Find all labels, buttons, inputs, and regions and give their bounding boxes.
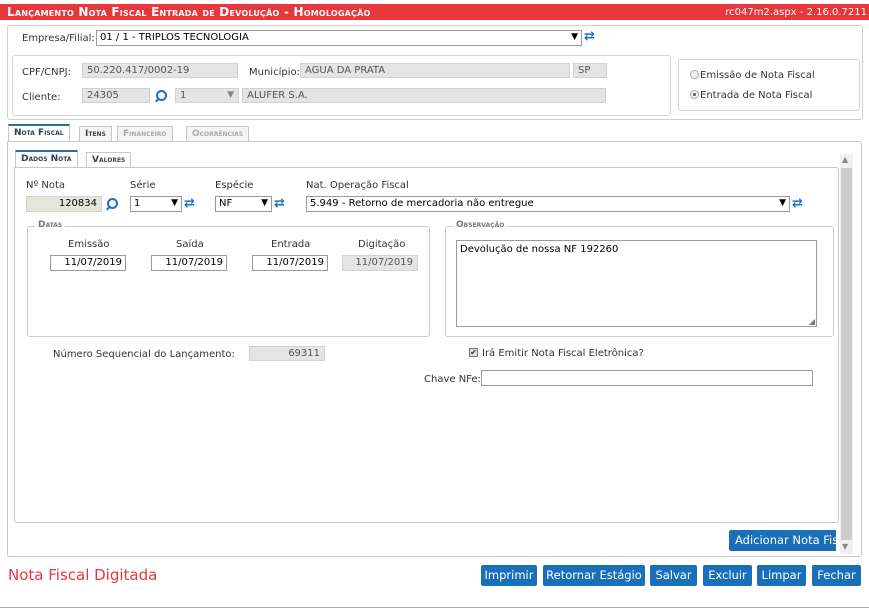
datas-legend: Datas bbox=[35, 220, 66, 230]
fechar-button[interactable]: Fechar bbox=[812, 565, 861, 586]
tab-itens[interactable]: Itens bbox=[79, 126, 112, 142]
numero-field: 120834 bbox=[26, 196, 102, 212]
cpf-label: CPF/CNPJ: bbox=[22, 67, 71, 78]
empresa-label: Empresa/Filial: bbox=[22, 33, 95, 44]
sequencial-field: 69311 bbox=[249, 346, 325, 361]
emissao-radio-label: Emissão de Nota Fiscal bbox=[700, 70, 815, 81]
version-label: rc047m2.aspx - 2.16.0.7211 bbox=[725, 7, 867, 18]
chave-nfe-field[interactable] bbox=[481, 370, 813, 386]
tab-financeiro[interactable]: Financeiro bbox=[117, 126, 173, 142]
imprimir-button[interactable]: Imprimir bbox=[481, 565, 537, 586]
nfe-checkbox-label: Irá Emitir Nota Fiscal Eletrônica? bbox=[482, 348, 644, 359]
entrada-radio-label: Entrada de Nota Fiscal bbox=[700, 90, 813, 101]
observacao-legend: Observação bbox=[453, 220, 508, 230]
refresh-icon[interactable]: ⇄ bbox=[584, 30, 596, 44]
chevron-down-icon: ▼ bbox=[171, 198, 178, 208]
retornar-estagio-button[interactable]: Retornar Estágio bbox=[543, 565, 645, 586]
scroll-up-icon[interactable]: ▲ bbox=[842, 155, 848, 164]
salvar-button[interactable]: Salvar bbox=[650, 565, 697, 586]
saida-field[interactable]: 11/07/2019 bbox=[151, 255, 227, 271]
sequencial-label: Número Sequencial do Lançamento: bbox=[53, 349, 235, 360]
cliente-code-field: 24305 bbox=[82, 88, 150, 103]
observacao-textarea[interactable]: Devolução de nossa NF 192260 ◢ bbox=[456, 240, 817, 327]
digitacao-label: Digitação bbox=[358, 239, 406, 250]
chevron-down-icon: ▼ bbox=[571, 32, 578, 42]
tab-ocorrencias[interactable]: Ocorrências bbox=[186, 126, 250, 142]
refresh-icon[interactable]: ⇄ bbox=[274, 197, 286, 211]
page-title: Lançamento Nota Fiscal Entrada de Devolu… bbox=[7, 5, 371, 19]
municipio-field: AGUA DA PRATA bbox=[300, 63, 570, 78]
municipio-label: Município: bbox=[249, 67, 300, 78]
refresh-icon[interactable]: ⇄ bbox=[792, 197, 804, 211]
empresa-select[interactable]: 01 / 1 - TRIPLOS TECNOLOGIA ▼ bbox=[96, 30, 582, 46]
especie-select[interactable]: NF ▼ bbox=[215, 196, 272, 212]
bottom-divider bbox=[0, 607, 869, 608]
numero-label: Nº Nota bbox=[26, 180, 66, 191]
digitacao-field: 11/07/2019 bbox=[342, 255, 418, 271]
adicionar-nota-button[interactable]: Adicionar Nota Fisc bbox=[729, 530, 836, 551]
tab-valores[interactable]: Valores bbox=[86, 152, 132, 168]
serie-select[interactable]: 1 ▼ bbox=[130, 196, 182, 212]
chave-nfe-label: Chave NFe: bbox=[424, 374, 481, 385]
scrollbar-thumb[interactable] bbox=[841, 168, 852, 540]
entrada-label: Entrada bbox=[271, 239, 311, 250]
natop-select[interactable]: 5.949 - Retorno de mercadoria não entreg… bbox=[306, 196, 790, 212]
emissao-field[interactable]: 11/07/2019 bbox=[50, 255, 126, 271]
title-bar: Lançamento Nota Fiscal Entrada de Devolu… bbox=[0, 4, 869, 20]
especie-label: Espécie bbox=[215, 180, 254, 191]
scroll-down-icon[interactable]: ▼ bbox=[842, 542, 848, 551]
resize-grip-icon[interactable]: ◢ bbox=[809, 317, 815, 326]
nfe-checkbox[interactable]: ✔ bbox=[469, 348, 478, 357]
status-text: Nota Fiscal Digitada bbox=[8, 566, 158, 584]
saida-label: Saída bbox=[176, 239, 204, 250]
tab-nota-fiscal[interactable]: Nota Fiscal bbox=[8, 124, 70, 141]
cliente-label: Cliente: bbox=[22, 92, 61, 103]
emissao-radio[interactable] bbox=[690, 70, 699, 79]
excluir-button[interactable]: Excluir bbox=[703, 565, 752, 586]
chevron-down-icon: ▼ bbox=[261, 198, 268, 208]
chevron-down-icon: ▼ bbox=[227, 90, 234, 100]
tab-dados-nota[interactable]: Dados Nota bbox=[15, 150, 78, 168]
entrada-radio[interactable] bbox=[690, 90, 699, 99]
tipo-panel bbox=[678, 59, 860, 111]
uf-field: SP bbox=[573, 63, 607, 78]
emissao-label: Emissão bbox=[68, 239, 110, 250]
serie-label: Série bbox=[130, 180, 156, 191]
natop-label: Nat. Operação Fiscal bbox=[306, 180, 409, 191]
entrada-field[interactable]: 11/07/2019 bbox=[252, 255, 328, 271]
cliente-name-field: ALUFER S.A. bbox=[242, 88, 606, 103]
search-icon[interactable] bbox=[154, 89, 168, 103]
refresh-icon[interactable]: ⇄ bbox=[184, 197, 196, 211]
subtab-content bbox=[14, 167, 839, 523]
scrollbar[interactable]: ▲ ▼ bbox=[840, 154, 853, 554]
limpar-button[interactable]: Limpar bbox=[757, 565, 806, 586]
chevron-down-icon: ▼ bbox=[779, 198, 786, 208]
search-icon[interactable] bbox=[105, 197, 119, 211]
cpf-field: 50.220.417/0002-19 bbox=[82, 63, 238, 78]
cliente-seq-select: 1 ▼ bbox=[175, 88, 239, 103]
